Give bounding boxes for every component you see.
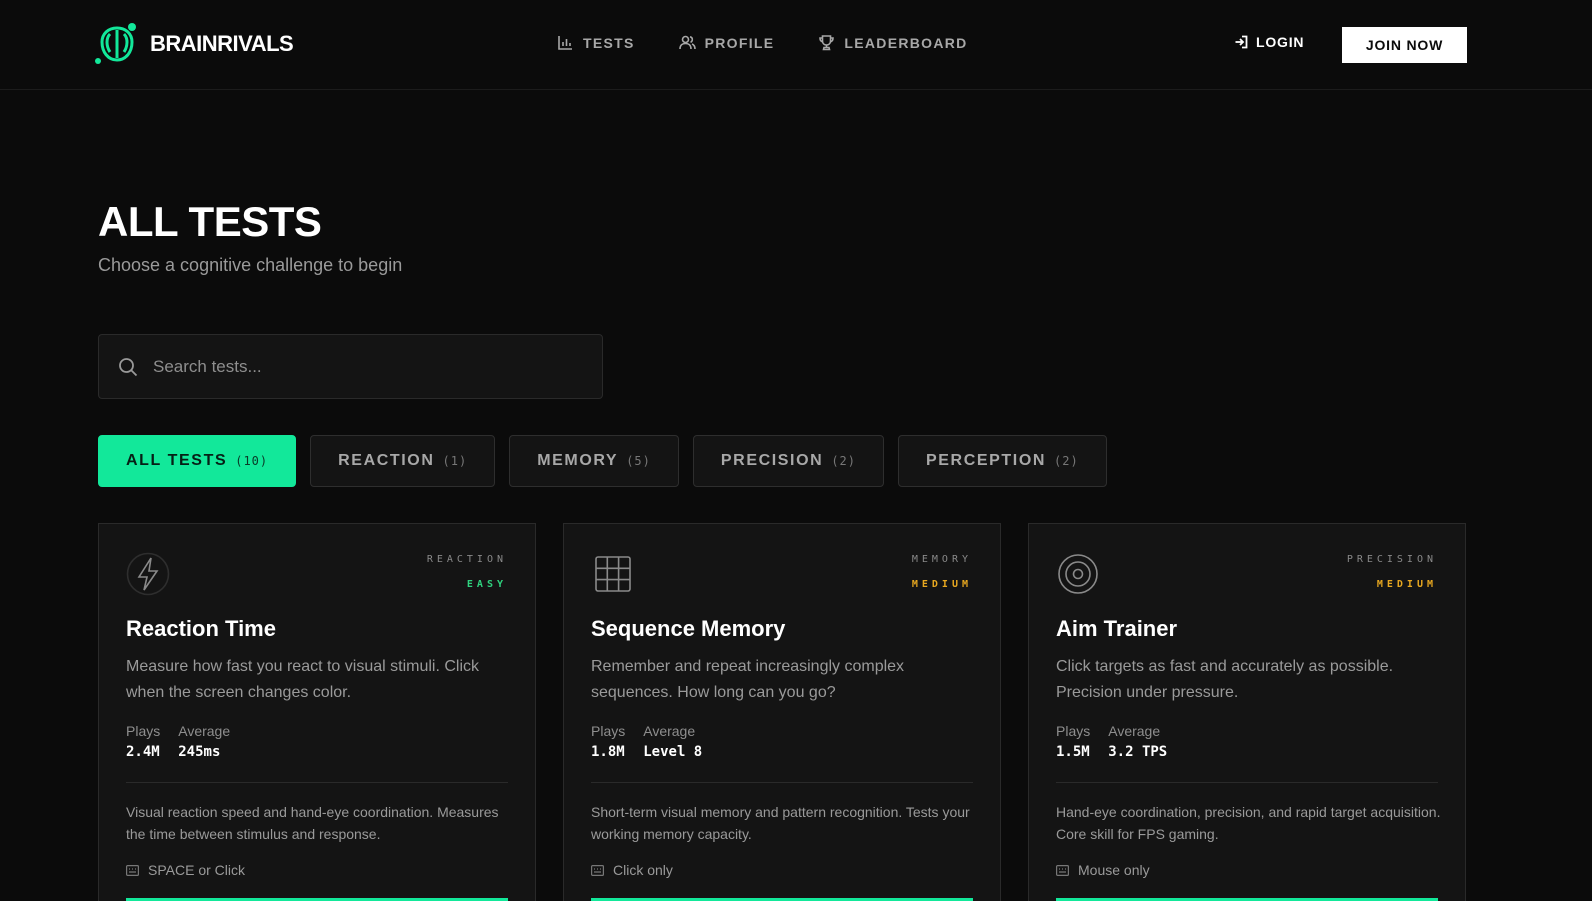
login-label: LOGIN — [1256, 34, 1305, 50]
filter-label: ALL TESTS — [126, 452, 228, 469]
nav-label: LEADERBOARD — [844, 34, 968, 51]
nav-label: TESTS — [583, 34, 635, 51]
main-nav: TESTS PROFILE LEADERBOARD — [557, 34, 968, 51]
input-method-label: Mouse only — [1078, 862, 1150, 878]
nav-item-leaderboard[interactable]: LEADERBOARD — [818, 34, 967, 51]
input-method-label: SPACE or Click — [148, 862, 245, 878]
plays-value: 1.5M — [1056, 744, 1090, 760]
input-method: SPACE or Click — [126, 862, 245, 878]
average-value: Level 8 — [643, 744, 703, 760]
top-navbar: BRAINRIVALS TESTS PROFILE LEADERBOARD LO… — [0, 0, 1592, 90]
keyboard-icon — [591, 864, 604, 876]
page-subtitle: Choose a cognitive challenge to begin — [98, 255, 403, 275]
filter-label: PRECISION — [720, 452, 824, 469]
card-category: PRECISION — [1346, 554, 1437, 565]
filter-count: (1) — [442, 454, 468, 468]
filter-reaction[interactable]: REACTION (1) — [310, 435, 496, 487]
average-stat: Average Level 8 — [643, 723, 702, 760]
filter-count: (5) — [626, 454, 651, 468]
average-value: 3.2 TPS — [1108, 744, 1168, 760]
nav-label: PROFILE — [704, 34, 775, 51]
brain-icon — [95, 23, 136, 64]
card-stats: Plays 2.4M Average 245ms — [126, 723, 230, 760]
card-divider — [126, 782, 508, 783]
filter-all-tests[interactable]: ALL TESTS (10) — [98, 435, 297, 487]
filter-precision[interactable]: PRECISION (2) — [692, 435, 884, 487]
plays-stat: Plays 1.5M — [1056, 723, 1090, 760]
card-description: Remember and repeat increasingly complex… — [591, 658, 905, 701]
card-description: Measure how fast you react to visual sti… — [126, 658, 480, 701]
card-title: Aim Trainer — [1056, 616, 1178, 641]
card-title: Sequence Memory — [591, 616, 786, 641]
average-stat: Average 245ms — [178, 723, 230, 760]
average-label: Average — [643, 723, 696, 739]
plays-label: Plays — [1056, 723, 1091, 739]
plays-stat: Plays 2.4M — [126, 723, 160, 760]
card-details: Short-term visual memory and pattern rec… — [591, 804, 970, 842]
nav-item-tests[interactable]: TESTS — [557, 34, 635, 51]
card-divider — [1056, 782, 1438, 783]
keyboard-icon — [1056, 864, 1069, 876]
filter-perception[interactable]: PERCEPTION (2) — [898, 435, 1107, 487]
plays-value: 2.4M — [126, 744, 160, 760]
trophy-icon — [819, 35, 835, 51]
card-category: REACTION — [426, 554, 507, 565]
bar-chart-icon — [558, 36, 572, 50]
login-icon — [1235, 35, 1248, 49]
search-input[interactable] — [153, 356, 553, 377]
filter-count: (2) — [831, 454, 856, 468]
input-method-label: Click only — [613, 862, 673, 878]
test-card-sequence-memory[interactable]: MEMORY MEDIUM Sequence Memory Remember a… — [563, 523, 1001, 901]
average-label: Average — [178, 723, 231, 739]
plays-label: Plays — [591, 723, 626, 739]
filter-memory[interactable]: MEMORY (5) — [509, 435, 679, 487]
average-stat: Average 3.2 TPS — [1108, 723, 1167, 760]
input-method: Click only — [591, 862, 673, 878]
nav-item-profile[interactable]: PROFILE — [678, 34, 775, 51]
filter-count: (2) — [1054, 454, 1079, 468]
card-details: Visual reaction speed and hand-eye coord… — [126, 804, 499, 842]
users-icon — [678, 35, 696, 50]
grid-icon — [591, 552, 635, 596]
page-title: ALL TESTS — [98, 198, 322, 245]
card-description: Click targets as fast and accurately as … — [1056, 658, 1394, 701]
card-title: Reaction Time — [126, 616, 276, 641]
login-link[interactable]: LOGIN — [1234, 34, 1304, 50]
plays-label: Plays — [126, 723, 161, 739]
card-details: Hand-eye coordination, precision, and ra… — [1056, 804, 1441, 842]
average-value: 245ms — [178, 744, 221, 760]
plays-value: 1.8M — [591, 744, 625, 760]
join-now-button[interactable]: JOIN NOW — [1342, 27, 1467, 63]
card-divider — [591, 782, 973, 783]
plays-stat: Plays 1.8M — [591, 723, 625, 760]
test-cards: REACTION EASY Reaction Time Measure how … — [98, 523, 1466, 901]
difficulty-badge: MEDIUM — [1376, 579, 1437, 590]
filter-label: PERCEPTION — [926, 452, 1047, 469]
target-icon — [1056, 552, 1100, 596]
brand-logo[interactable]: BRAINRIVALS — [94, 22, 294, 66]
filter-count: (10) — [235, 454, 269, 468]
card-stats: Plays 1.8M Average Level 8 — [591, 723, 702, 760]
difficulty-badge: MEDIUM — [911, 579, 972, 590]
brand-name: BRAINRIVALS — [150, 31, 294, 56]
category-filters: ALL TESTS (10) REACTION (1) MEMORY (5) P… — [98, 435, 1107, 487]
filter-label: REACTION — [338, 452, 435, 469]
test-card-aim-trainer[interactable]: PRECISION MEDIUM Aim Trainer Click targe… — [1028, 523, 1466, 901]
search-icon — [119, 357, 138, 376]
filter-label: MEMORY — [537, 452, 619, 469]
card-category: MEMORY — [911, 554, 972, 565]
lightning-icon — [126, 552, 170, 596]
input-method: Mouse only — [1056, 862, 1150, 878]
test-card-reaction-time[interactable]: REACTION EASY Reaction Time Measure how … — [98, 523, 536, 901]
average-label: Average — [1108, 723, 1161, 739]
card-stats: Plays 1.5M Average 3.2 TPS — [1056, 723, 1167, 760]
search-box — [98, 334, 603, 399]
difficulty-badge: EASY — [466, 579, 507, 590]
keyboard-icon — [126, 864, 139, 876]
